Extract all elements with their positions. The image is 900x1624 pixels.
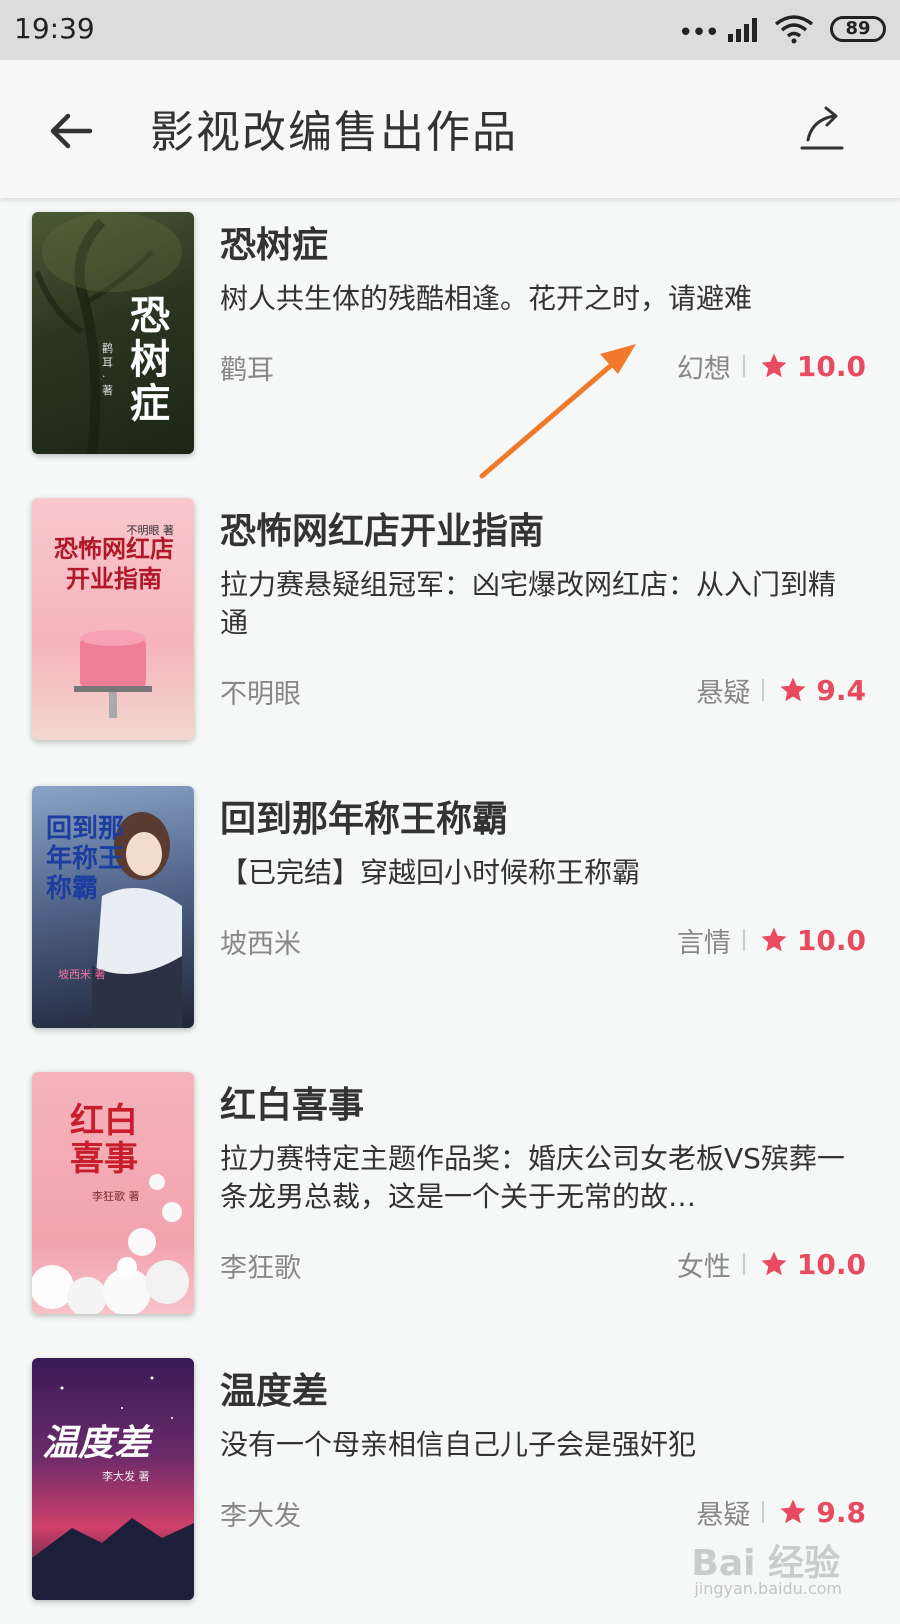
star-icon — [780, 677, 806, 702]
book-score: 10.0 — [796, 349, 866, 383]
book-cover[interactable]: 回到那年称王称霸 坡西米 著 — [32, 786, 194, 1028]
book-meta: 言情 10.0 — [676, 922, 866, 959]
list-item[interactable]: 恐树症 鹳耳·著 恐树症 树人共生体的残酷相逢。花开之时，请避难 鹳耳 幻想 1… — [0, 198, 900, 478]
book-description: 没有一个母亲相信自己儿子会是强奸犯 — [220, 1428, 697, 1461]
cover-author: 不明眼 著 — [126, 524, 175, 537]
book-author: 李大发 — [220, 1501, 301, 1532]
book-cover[interactable]: 温度差 李大发 著 — [32, 1358, 194, 1600]
book-genre: 悬疑 — [696, 677, 751, 709]
star-icon — [761, 927, 787, 952]
app-header: 影视改编售出作品 — [0, 60, 900, 198]
list-item[interactable]: 恐怖网红店开业指南 不明眼 著 恐怖网红店开业指南 拉力赛悬疑组冠军：凶宅爆改网… — [0, 484, 900, 764]
list-item[interactable]: 红白喜事 李狂歌 著 红白喜事 拉力赛特定主题作品奖：婚庆公司女老板VS殡葬一条… — [0, 1058, 900, 1338]
divider — [762, 1501, 765, 1523]
book-score: 10.0 — [796, 1247, 866, 1281]
book-meta: 幻想 10.0 — [676, 348, 866, 385]
book-title: 温度差 — [220, 1371, 329, 1412]
book-genre: 幻想 — [676, 353, 731, 385]
battery-indicator: 89 — [830, 16, 886, 42]
star-icon — [780, 1499, 806, 1524]
watermark-url: jingyan.baidu.com — [694, 1579, 842, 1598]
cover-title: 红白喜事 — [70, 1101, 138, 1179]
book-title: 红白喜事 — [220, 1085, 365, 1126]
book-genre: 言情 — [676, 927, 731, 959]
cover-title: 恐怖网红店开业指南 — [54, 534, 174, 593]
book-title: 恐树症 — [220, 225, 329, 266]
cover-author: 李狂歌 著 — [92, 1190, 140, 1203]
book-author: 李狂歌 — [220, 1253, 301, 1284]
book-score: 9.4 — [816, 673, 866, 707]
book-genre: 女性 — [676, 1251, 731, 1283]
more-dots-icon: ••• — [677, 18, 720, 48]
cover-author: 鹳耳·著 — [102, 342, 113, 397]
star-icon — [761, 1251, 787, 1276]
book-author: 坡西米 — [220, 929, 301, 960]
status-icons: ••• 89 — [666, 14, 886, 48]
book-cover[interactable]: 红白喜事 李狂歌 著 — [32, 1072, 194, 1314]
book-author: 不明眼 — [220, 679, 301, 710]
back-arrow-icon[interactable] — [44, 104, 98, 158]
wifi-icon — [774, 15, 814, 44]
page-title: 影视改编售出作品 — [150, 107, 518, 158]
book-description: 树人共生体的残酷相逢。花开之时，请避难 — [220, 282, 753, 315]
list-item[interactable]: 回到那年称王称霸 坡西米 著 回到那年称王称霸 【已完结】穿越回小时候称王称霸 … — [0, 772, 900, 1052]
status-bar: 19:39 ••• 89 — [0, 0, 900, 60]
divider — [742, 355, 745, 377]
star-icon — [761, 353, 787, 378]
signal-icon — [728, 18, 757, 42]
cover-title: 恐树症 — [130, 292, 170, 427]
cover-author: 坡西米 著 — [58, 968, 106, 981]
book-meta: 悬疑 9.8 — [696, 1494, 866, 1531]
divider — [742, 929, 745, 951]
book-author: 鹳耳 — [220, 355, 274, 386]
book-description: 拉力赛悬疑组冠军：凶宅爆改网红店：从入门到精通 — [220, 568, 837, 639]
book-genre: 悬疑 — [696, 1499, 751, 1531]
book-score: 9.8 — [816, 1495, 866, 1529]
book-cover[interactable]: 恐树症 鹳耳·著 — [32, 212, 194, 454]
cover-title: 温度差 — [42, 1422, 151, 1464]
status-time: 19:39 — [14, 12, 95, 45]
book-description: 【已完结】穿越回小时候称王称霸 — [220, 856, 641, 889]
book-score: 10.0 — [796, 923, 866, 957]
divider — [742, 1253, 745, 1275]
book-title: 回到那年称王称霸 — [220, 799, 509, 840]
share-icon[interactable] — [796, 102, 848, 154]
book-meta: 悬疑 9.4 — [696, 672, 866, 709]
cover-title: 回到那年称王称霸 — [46, 814, 125, 904]
book-title: 恐怖网红店开业指南 — [220, 511, 545, 552]
cover-author: 李大发 著 — [102, 1470, 150, 1483]
divider — [762, 679, 765, 701]
book-description: 拉力赛特定主题作品奖：婚庆公司女老板VS殡葬一条龙男总裁，这是一个关于无常的故… — [220, 1142, 845, 1213]
book-cover[interactable]: 恐怖网红店开业指南 不明眼 著 — [32, 498, 194, 740]
book-meta: 女性 10.0 — [676, 1246, 866, 1283]
